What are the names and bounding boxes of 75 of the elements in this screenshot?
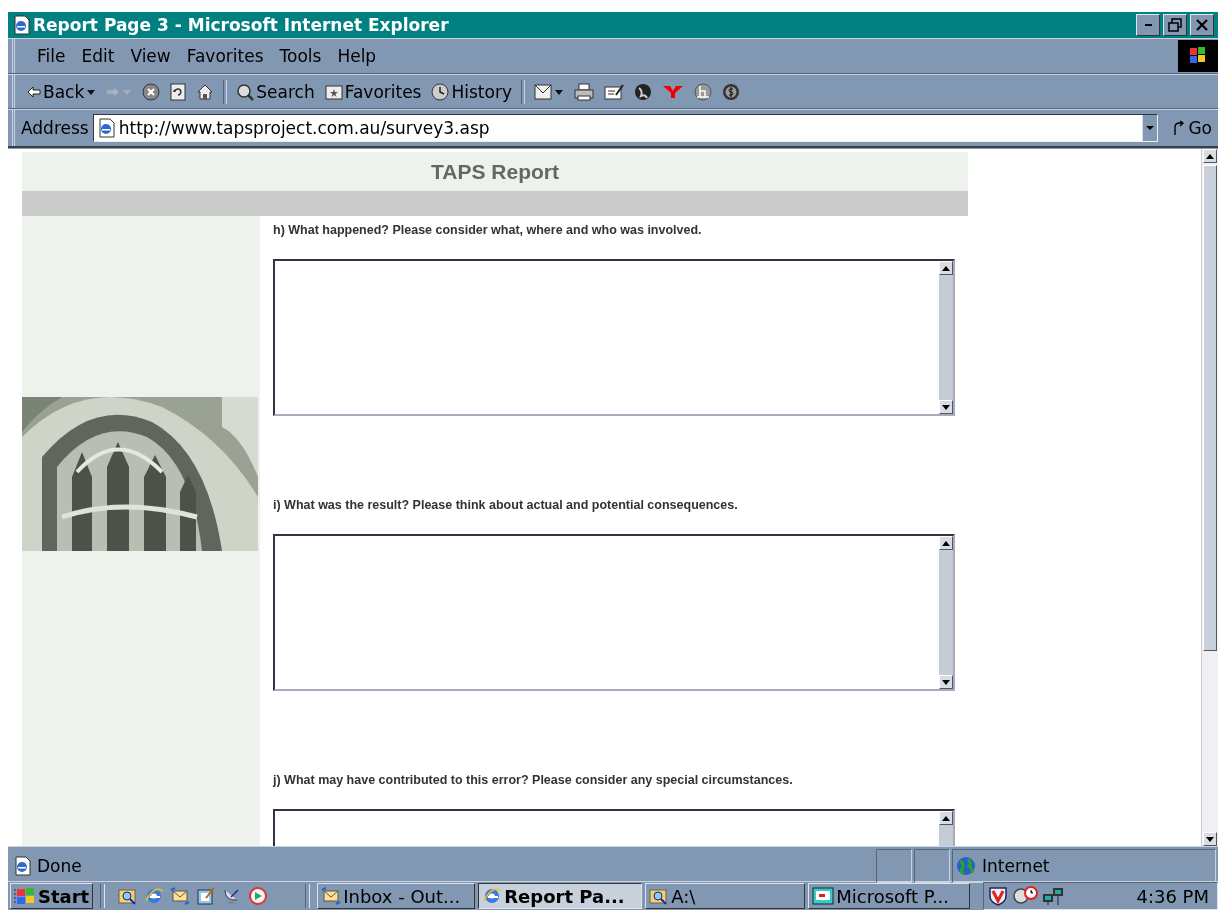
globe-icon <box>956 856 976 876</box>
menu-item[interactable]: Help <box>329 44 385 68</box>
network-computers-icon[interactable] <box>1042 886 1065 906</box>
toolbar-button[interactable]: History <box>427 79 516 104</box>
status-panel <box>914 849 950 883</box>
menu-item[interactable]: Tools <box>271 44 330 68</box>
globe-person-icon[interactable] <box>633 82 652 101</box>
page-title: TAPS Report <box>431 159 559 184</box>
address-label: Address <box>21 118 89 138</box>
taskbar-button[interactable]: A:\ <box>645 883 806 909</box>
menu-item[interactable]: File <box>29 44 74 68</box>
scrollbar[interactable] <box>1201 149 1218 846</box>
close-icon <box>1196 19 1208 31</box>
search-icon <box>236 82 255 101</box>
browser-e-icon <box>482 887 503 905</box>
page-e-icon <box>96 118 115 138</box>
windows-flag-icon <box>14 886 36 906</box>
window-title: Report Page 3 - Microsoft Internet Explorer <box>33 15 450 35</box>
status-panel <box>876 849 912 883</box>
home-icon[interactable] <box>196 82 215 101</box>
minimize-icon <box>1144 24 1152 26</box>
menu-item[interactable]: View <box>122 44 179 68</box>
back-arrow-icon <box>27 85 41 98</box>
go-button[interactable]: Go <box>1162 118 1218 138</box>
magnifier-clock-icon[interactable] <box>1012 886 1039 906</box>
down-arrow-icon <box>942 679 950 685</box>
taskbar-button[interactable]: Microsoft P... <box>808 883 971 909</box>
caret-icon <box>86 87 97 96</box>
mail-arrows-icon[interactable] <box>170 887 191 905</box>
close-button[interactable] <box>1190 14 1214 36</box>
play-circle-icon[interactable] <box>248 887 269 905</box>
presentation-icon <box>812 887 835 905</box>
coin-icon[interactable] <box>721 82 740 101</box>
h-badge-icon[interactable] <box>693 82 712 101</box>
question-label: i) What was the result? Please think about actual and potential consequences. <box>273 498 739 514</box>
up-arrow-icon <box>942 815 950 821</box>
windows-logo-icon <box>1178 40 1218 72</box>
page-e-icon <box>12 15 30 35</box>
caret-icon <box>122 87 133 96</box>
toolbar-button[interactable]: Search <box>232 79 319 104</box>
down-arrow-icon <box>942 404 950 410</box>
minimize-button[interactable] <box>1136 14 1160 36</box>
folder-magnifier-icon <box>649 887 670 905</box>
restore-icon <box>1168 18 1182 32</box>
zone-label: Internet <box>982 856 1050 876</box>
up-arrow-icon <box>942 540 950 546</box>
restore-button[interactable] <box>1163 14 1187 36</box>
dropdown-caret-icon <box>1146 125 1155 131</box>
page-e-icon <box>13 856 31 876</box>
printer-icon[interactable] <box>573 82 594 101</box>
question-label: h) What happened? Please consider what, where and who was involved. <box>273 223 703 239</box>
refresh-icon[interactable] <box>170 82 187 101</box>
start-button[interactable]: Start <box>10 883 94 909</box>
taskbar-button[interactable]: Inbox - Out... <box>317 883 476 909</box>
menu-item[interactable]: Edit <box>73 44 123 68</box>
back-button[interactable]: Back <box>23 79 101 104</box>
folder-magnifier-icon[interactable] <box>118 887 139 905</box>
up-arrow-icon <box>942 265 950 271</box>
down-arrow-icon <box>1206 836 1214 842</box>
menu-item[interactable]: Favorites <box>178 44 272 68</box>
shield-icon[interactable] <box>988 886 1009 906</box>
address-field[interactable]: http://www.tapsproject.com.au/survey3.asp <box>92 114 1159 142</box>
status-text: Done <box>37 856 82 876</box>
taskbar-button[interactable]: Report Pa... <box>478 883 643 909</box>
clock: 4:36 PM <box>1136 885 1210 907</box>
edit-page-icon[interactable] <box>603 82 624 101</box>
question-label: j) What may have contributed to this error? Please consider any special circumstances. <box>273 773 794 789</box>
mail-icon[interactable] <box>533 82 564 101</box>
mail-arrows-icon <box>321 887 342 905</box>
stop-icon[interactable] <box>142 82 161 101</box>
browser-e-icon[interactable] <box>144 887 165 905</box>
notepad-icon[interactable] <box>196 887 217 905</box>
clock-icon <box>431 82 450 101</box>
up-arrow-icon <box>1206 153 1214 159</box>
toolbar-button[interactable]: Favorites <box>320 79 426 104</box>
